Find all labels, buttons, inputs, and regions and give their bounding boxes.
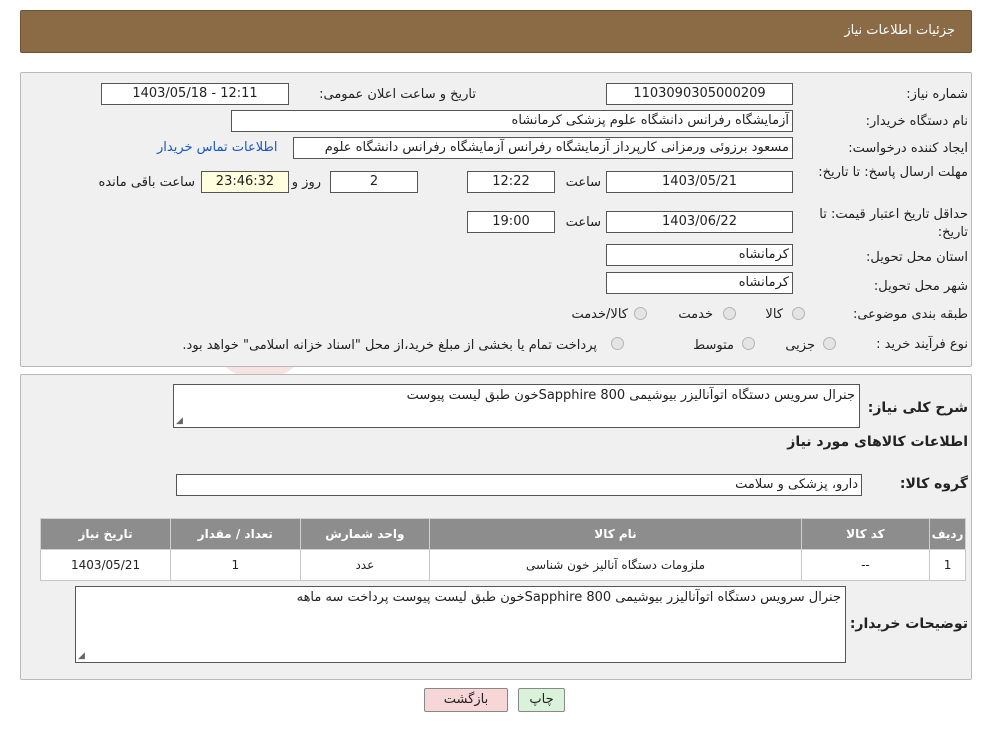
print-button[interactable]: چاپ (518, 688, 565, 712)
col-header-item-name: نام کالا (429, 518, 802, 550)
validity-date-field: 1403/06/22 (606, 211, 793, 233)
summary-text: جنرال سرویس دستگاه اتوآنالیزر بیوشیمی Sa… (406, 388, 855, 403)
deadline-label: مهلت ارسال پاسخ: تا تاریخ: (818, 165, 968, 180)
province-field: کرمانشاه (606, 244, 793, 266)
category-goods-service-radio[interactable] (634, 307, 647, 320)
goods-heading: اطلاعات کالاهای مورد نیاز (787, 434, 968, 450)
process-medium-label: متوسط (693, 338, 734, 353)
cell-need-date: 1403/05/21 (39, 549, 172, 581)
validity-time-field: 19:00 (467, 211, 555, 233)
announce-label: تاریخ و ساعت اعلان عمومی: (319, 87, 476, 102)
process-treasury-radio[interactable] (611, 337, 624, 350)
group-field: دارو، پزشکی و سلامت (176, 474, 862, 496)
back-button[interactable]: بازگشت (424, 688, 508, 712)
category-label: طبقه بندی موضوعی: (852, 307, 968, 322)
validity-label: حداقل تاریخ اعتبار قیمت: تا تاریخ: (819, 207, 968, 240)
buyer-notes-textarea[interactable]: جنرال سرویس دستگاه اتوآنالیزر بیوشیمی Sa… (75, 586, 846, 663)
days-label: روز و (291, 175, 321, 190)
resize-grip-icon[interactable]: ◢ (78, 651, 85, 661)
city-label: شهر محل تحویل: (873, 279, 968, 294)
province-label: استان محل تحویل: (866, 250, 968, 265)
process-minor-label: جزیی (785, 338, 815, 353)
process-minor-radio[interactable] (823, 337, 836, 350)
buyer-field: آزمایشگاه رفرانس دانشگاه علوم پزشکی کرما… (231, 110, 793, 132)
city-field: کرمانشاه (606, 272, 793, 294)
cell-unit: عدد (299, 549, 431, 581)
buyer-notes-label: توضیحات خریدار: (849, 616, 968, 632)
category-service-label: خدمت (678, 307, 713, 322)
process-note: پرداخت تمام یا بخشی از مبلغ خرید،از محل … (182, 338, 597, 353)
deadline-time-field: 12:22 (467, 171, 555, 193)
cell-row-number: 1 (929, 549, 966, 581)
goods-table-header-row: ردیف کد کالا نام کالا واحد شمارش تعداد /… (39, 518, 966, 550)
cell-item-name: ملزومات دستگاه آنالیز خون شناسی (429, 549, 802, 581)
deadline-date-field: 1403/05/21 (606, 171, 793, 193)
remaining-time-field: 23:46:32 (201, 171, 289, 193)
deadline-time-label: ساعت (565, 175, 601, 190)
announce-field: 1403/05/18 - 12:11 (101, 83, 289, 105)
creator-label: ایجاد کننده درخواست: (848, 141, 968, 156)
col-header-need-date: تاریخ نیاز (39, 518, 172, 550)
col-header-unit: واحد شمارش (299, 518, 431, 550)
need-number-field: 1103090305000209 (606, 83, 793, 105)
validity-time-label: ساعت (565, 215, 601, 230)
days-field: 2 (330, 171, 418, 193)
cell-item-code: -- (800, 549, 931, 581)
summary-label: شرح کلی نیاز: (867, 400, 968, 416)
category-goods-service-label: کالا/خدمت (571, 307, 628, 322)
goods-table: ردیف کد کالا نام کالا واحد شمارش تعداد /… (39, 518, 966, 581)
col-header-row-number: ردیف (929, 518, 966, 550)
process-medium-radio[interactable] (742, 337, 755, 350)
creator-field: مسعود برزوئی ورمزانی کارپرداز آزمایشگاه … (293, 137, 793, 159)
page-title: جزئیات اطلاعات نیاز (844, 23, 955, 38)
cell-quantity: 1 (170, 549, 301, 581)
process-label: نوع فرآیند خرید : (876, 337, 968, 352)
remaining-label: ساعت باقی مانده (98, 175, 195, 190)
category-service-radio[interactable] (723, 307, 736, 320)
buyer-notes-text: جنرال سرویس دستگاه اتوآنالیزر بیوشیمی Sa… (296, 590, 841, 605)
resize-grip-icon[interactable]: ◢ (176, 416, 183, 426)
page-header: جزئیات اطلاعات نیاز (20, 10, 972, 53)
group-label: گروه کالا: (899, 476, 968, 492)
buyer-contact-link[interactable]: اطلاعات تماس خریدار (157, 140, 277, 155)
col-header-item-code: کد کالا (800, 518, 931, 550)
buyer-label: نام دستگاه خریدار: (865, 114, 968, 129)
category-goods-label: کالا (765, 307, 783, 322)
table-row: 1 -- ملزومات دستگاه آنالیز خون شناسی عدد… (39, 549, 966, 581)
need-number-label: شماره نیاز: (906, 87, 968, 102)
col-header-quantity: تعداد / مقدار (170, 518, 301, 550)
summary-textarea[interactable]: جنرال سرویس دستگاه اتوآنالیزر بیوشیمی Sa… (173, 384, 860, 428)
category-goods-radio[interactable] (792, 307, 805, 320)
